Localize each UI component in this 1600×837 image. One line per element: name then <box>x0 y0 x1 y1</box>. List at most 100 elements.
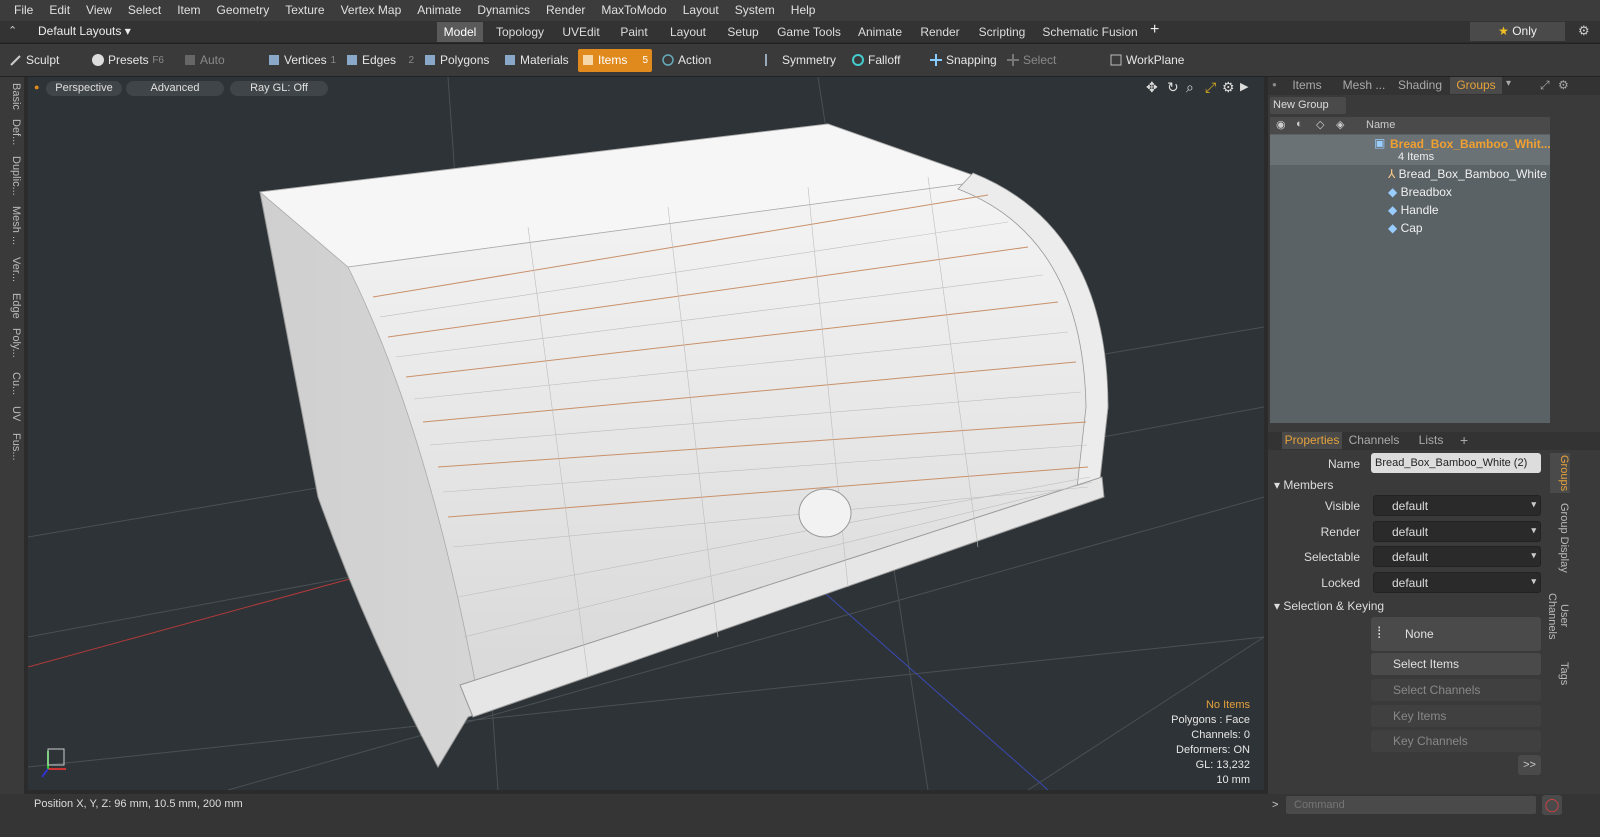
symmetry-button[interactable]: Symmetry <box>756 49 842 72</box>
tab-setup[interactable]: Setup <box>720 22 766 42</box>
viewport-settings-icon[interactable]: ⚙ <box>1222 79 1235 96</box>
tab-polygon[interactable]: Poly... <box>2 323 22 363</box>
raygl-button[interactable]: Ray GL: Off <box>230 81 328 96</box>
menu-system[interactable]: System <box>727 0 783 21</box>
tab-uvedit[interactable]: UVEdit <box>556 22 606 42</box>
menu-view[interactable]: View <box>78 0 120 21</box>
tree-item-bread-box[interactable]: ⅄ Bread_Box_Bamboo_White <box>1388 167 1547 181</box>
expand-icon[interactable]: ⤢ <box>1540 78 1550 93</box>
tree-item-breadbox[interactable]: ◆ Breadbox <box>1388 185 1452 199</box>
only-toggle[interactable]: ★ Only <box>1470 22 1565 41</box>
members-section[interactable]: ▾ Members <box>1274 478 1333 492</box>
menu-maxtomodo[interactable]: MaxToModo <box>593 0 674 21</box>
menu-edit[interactable]: Edit <box>41 0 78 21</box>
tab-fusion[interactable]: Fus... <box>2 429 22 465</box>
tab-shading[interactable]: Shading <box>1396 77 1444 94</box>
tab-animate[interactable]: Animate <box>852 22 908 42</box>
tab-deform[interactable]: Def... <box>2 115 22 149</box>
tab-basic[interactable]: Basic <box>2 81 22 111</box>
tab-mesh[interactable]: Mesh ... <box>1336 77 1392 94</box>
new-group-button[interactable]: New Group <box>1270 97 1346 114</box>
key-channels-button[interactable]: Key Channels <box>1371 730 1541 752</box>
move-view-icon[interactable]: ✥ <box>1146 79 1158 96</box>
record-icon[interactable]: ◯ <box>1542 795 1562 815</box>
selection-keying-section[interactable]: ▾ Selection & Keying <box>1274 599 1384 613</box>
key-items-button[interactable]: Key Items <box>1371 705 1541 727</box>
snapping-button[interactable]: Snapping <box>926 49 997 72</box>
presets-button[interactable]: Presets F6 <box>88 49 168 72</box>
menu-layout[interactable]: Layout <box>675 0 727 21</box>
selectable-dropdown[interactable]: default ▾ <box>1373 546 1541 567</box>
tab-topology[interactable]: Topology <box>490 22 550 42</box>
materials-button[interactable]: Materials <box>500 49 572 72</box>
select-channels-button[interactable]: Select Channels <box>1371 679 1541 701</box>
viewport-arrow-icon[interactable]: ▶ <box>1240 80 1248 93</box>
tab-curve[interactable]: Cu... <box>2 367 22 401</box>
collapse-icon[interactable]: ⌃ <box>8 24 17 37</box>
panel-gear-icon[interactable]: ⚙ <box>1558 78 1569 92</box>
tab-paint[interactable]: Paint <box>612 22 656 42</box>
rotate-view-icon[interactable]: ↻ <box>1167 79 1179 96</box>
edges-button[interactable]: Edges 2 <box>342 49 418 72</box>
menu-texture[interactable]: Texture <box>277 0 332 21</box>
zoom-view-icon[interactable]: ⌕ <box>1186 79 1194 96</box>
tab-game-tools[interactable]: Game Tools <box>772 22 846 42</box>
lock-icon[interactable]: ◇ <box>1316 118 1324 131</box>
menu-select[interactable]: Select <box>120 0 169 21</box>
name-field[interactable]: Bread_Box_Bamboo_White (2) <box>1371 453 1541 473</box>
layout-dropdown[interactable]: Default Layouts ▾ <box>38 24 131 38</box>
menu-item[interactable]: Item <box>169 0 208 21</box>
render-dropdown[interactable]: default ▾ <box>1373 521 1541 542</box>
items-button[interactable]: Items 5 <box>578 49 652 72</box>
tab-layout[interactable]: Layout <box>662 22 714 42</box>
tab-menu-icon[interactable]: ▾ <box>1506 78 1511 89</box>
advanced-button[interactable]: Advanced <box>126 81 224 96</box>
tab-render[interactable]: Render <box>914 22 966 42</box>
menu-dynamics[interactable]: Dynamics <box>469 0 538 21</box>
menu-file[interactable]: File <box>6 0 41 21</box>
tab-schematic-fusion[interactable]: Schematic Fusion <box>1038 22 1142 42</box>
action-center-button[interactable]: Action Center <box>658 49 750 90</box>
render-icon[interactable]: ◐ <box>1296 118 1303 130</box>
tab-groups[interactable]: Groups <box>1450 77 1502 94</box>
tab-edge[interactable]: Edge <box>2 291 22 321</box>
menu-render[interactable]: Render <box>538 0 593 21</box>
select-icon[interactable]: ◈ <box>1336 118 1344 131</box>
tree-item-handle[interactable]: ◆ Handle <box>1388 203 1439 217</box>
falloff-button[interactable]: Falloff <box>848 49 918 72</box>
workplane-button[interactable]: WorkPlane <box>1106 49 1186 72</box>
menu-animate[interactable]: Animate <box>409 0 469 21</box>
sculpt-button[interactable]: Sculpt <box>6 49 82 72</box>
gear-icon[interactable]: ⚙ <box>1578 23 1590 39</box>
side-tab-group-display[interactable]: Group Display <box>1550 503 1570 573</box>
polygons-button[interactable]: Polygons <box>420 49 496 72</box>
tab-properties[interactable]: Properties <box>1282 432 1342 449</box>
command-input[interactable] <box>1286 796 1536 814</box>
perspective-button[interactable]: Perspective <box>46 81 122 96</box>
tab-mesh[interactable]: Mesh ... <box>2 203 22 249</box>
auto-select-button[interactable]: Auto Select <box>180 49 260 90</box>
group-row[interactable]: ▣ Bread_Box_Bamboo_Whit... 4 Items <box>1270 135 1551 165</box>
add-tab-icon[interactable]: + <box>1150 21 1159 39</box>
tab-items[interactable]: Items <box>1282 77 1332 94</box>
fit-view-icon[interactable]: ⤢ <box>1205 79 1216 96</box>
tab-uv[interactable]: UV <box>2 403 22 425</box>
select-through-button[interactable]: Select Through <box>1003 49 1101 90</box>
tab-model[interactable]: Model <box>437 22 483 42</box>
3d-viewport[interactable]: ● Perspective Advanced Ray GL: Off ✥ ↻ ⌕… <box>28 77 1264 790</box>
menu-vertex-map[interactable]: Vertex Map <box>333 0 410 21</box>
tab-lists[interactable]: Lists <box>1408 432 1454 449</box>
tab-duplicate[interactable]: Duplic... <box>2 153 22 199</box>
name-column-header[interactable]: Name <box>1366 119 1395 131</box>
tab-channels[interactable]: Channels <box>1346 432 1402 449</box>
side-tab-tags[interactable]: Tags <box>1550 659 1570 689</box>
tab-vertex[interactable]: Ver... <box>2 253 22 287</box>
eye-icon[interactable]: ◉ <box>1276 118 1286 131</box>
side-tab-groups[interactable]: Groups <box>1550 453 1570 493</box>
tab-scripting[interactable]: Scripting <box>972 22 1032 42</box>
more-button[interactable]: >> <box>1518 755 1541 775</box>
side-tab-user-channels[interactable]: User Channels <box>1546 581 1570 651</box>
add-tab-icon[interactable]: + <box>1460 432 1468 448</box>
visible-dropdown[interactable]: default ▾ <box>1373 495 1541 516</box>
menu-help[interactable]: Help <box>783 0 824 21</box>
